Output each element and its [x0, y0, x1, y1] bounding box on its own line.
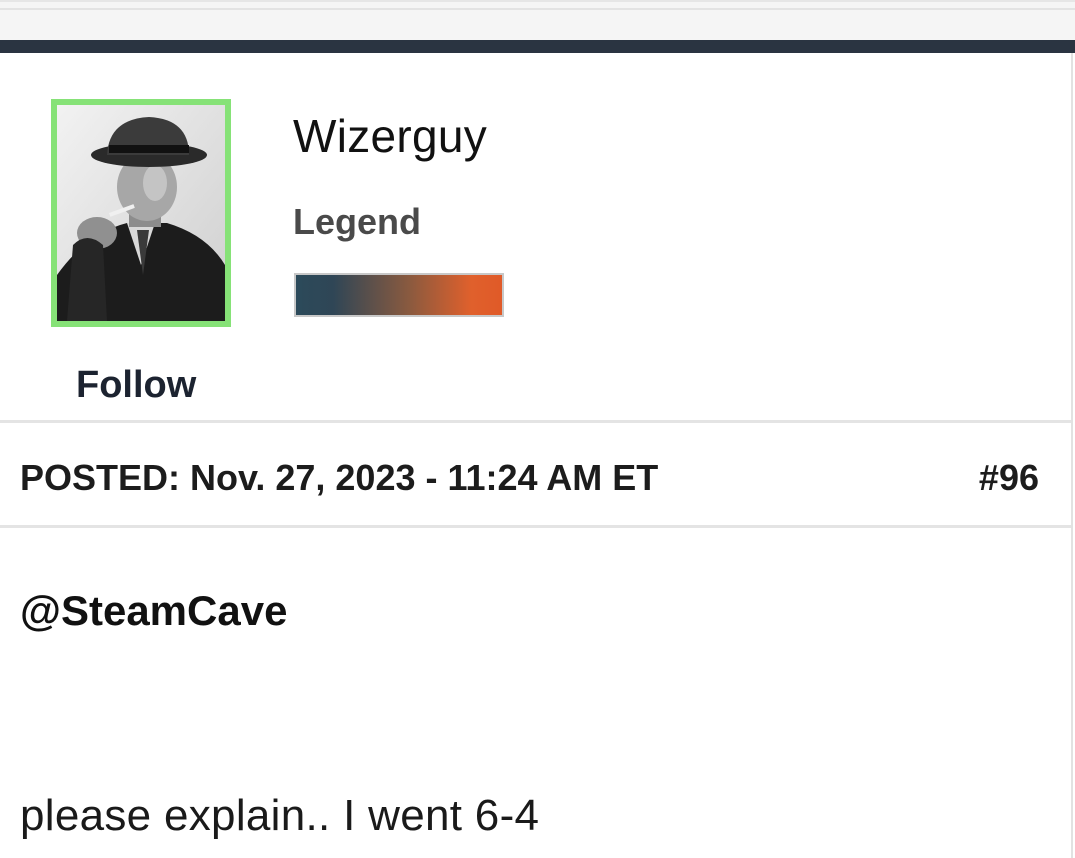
top-strip — [0, 0, 1075, 40]
avatar-portrait-image — [57, 105, 225, 321]
user-mention[interactable]: @SteamCave — [20, 587, 287, 635]
divider — [0, 420, 1071, 423]
post-number-link[interactable]: #96 — [979, 457, 1039, 499]
divider — [0, 525, 1071, 528]
author-username[interactable]: Wizerguy — [293, 109, 487, 163]
post-timestamp: POSTED: Nov. 27, 2023 - 11:24 AM ET — [20, 457, 1042, 499]
post-header-bar — [0, 40, 1075, 53]
author-rank: Legend — [293, 201, 422, 242]
posted-label: POSTED: — [20, 457, 181, 498]
post-body-text: please explain.. I went 6-4 — [20, 791, 540, 840]
follow-button[interactable]: Follow — [76, 364, 196, 407]
rank-badge-bar — [294, 273, 504, 317]
top-strip-rule — [0, 8, 1075, 10]
avatar[interactable] — [51, 99, 231, 327]
posted-datetime: Nov. 27, 2023 - 11:24 AM ET — [190, 457, 659, 498]
forum-post: Wizerguy Legend Follow POSTED: Nov. 27, 2… — [0, 53, 1073, 858]
